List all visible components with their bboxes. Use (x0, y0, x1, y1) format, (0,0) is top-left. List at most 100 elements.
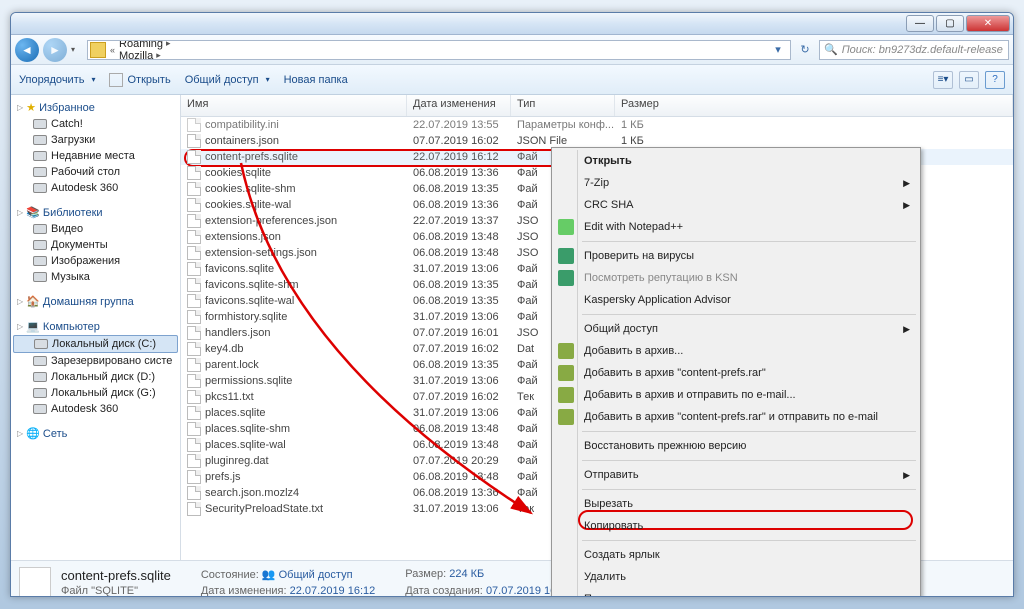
context-menu-item[interactable]: Вырезать (554, 493, 918, 515)
close-button[interactable]: ✕ (966, 15, 1010, 32)
sidebar-computer[interactable]: ▷💻 Компьютер (11, 318, 180, 335)
sidebar-item[interactable]: Загрузки (11, 132, 180, 148)
menu-item-label: Добавить в архив и отправить по e-mail..… (584, 389, 796, 401)
sidebar-item[interactable]: Рабочий стол (11, 164, 180, 180)
sidebar-network[interactable]: ▷🌐 Сеть (11, 425, 180, 442)
nav-back-button[interactable]: ◄ (15, 38, 39, 62)
file-icon (187, 118, 201, 132)
submenu-arrow-icon: ▶ (903, 178, 910, 189)
context-menu-item[interactable]: Удалить (554, 566, 918, 588)
sidebar-item[interactable]: Документы (11, 237, 180, 253)
context-menu-item[interactable]: Добавить в архив "content-prefs.rar" и о… (554, 406, 918, 428)
file-name: cookies.sqlite-shm (205, 183, 295, 195)
context-menu-separator (582, 431, 916, 432)
file-date: 06.08.2019 13:48 (407, 247, 511, 259)
drive-icon (33, 135, 47, 145)
col-name[interactable]: Имя (181, 95, 407, 116)
file-date: 06.08.2019 13:35 (407, 359, 511, 371)
help-button[interactable]: ? (985, 71, 1005, 89)
menu-item-label: Копировать (584, 520, 643, 532)
sidebar-item[interactable]: Видео (11, 221, 180, 237)
breadcrumb-segment[interactable]: Roaming (117, 40, 251, 50)
context-menu-item[interactable]: Создать ярлык (554, 544, 918, 566)
sidebar-item[interactable]: Autodesk 360 (11, 401, 180, 417)
drive-icon (33, 183, 47, 193)
context-menu-item[interactable]: Посмотреть репутацию в KSN (554, 267, 918, 289)
menu-item-label: Создать ярлык (584, 549, 660, 561)
drive-icon (33, 224, 47, 234)
nav-history-dropdown[interactable]: ▾ (71, 45, 83, 54)
file-date: 22.07.2019 13:55 (407, 119, 511, 131)
col-size[interactable]: Размер (615, 95, 1013, 116)
organize-button[interactable]: Упорядочить (19, 74, 95, 86)
file-date: 06.08.2019 13:35 (407, 183, 511, 195)
file-icon (187, 310, 201, 324)
sidebar-homegroup[interactable]: ▷🏠 Домашняя группа (11, 293, 180, 310)
sidebar-item[interactable]: Локальный диск (C:) (13, 335, 178, 353)
file-name: favicons.sqlite (205, 263, 274, 275)
context-menu-item[interactable]: Восстановить прежнюю версию (554, 435, 918, 457)
maximize-button[interactable]: ▢ (936, 15, 964, 32)
minimize-button[interactable]: — (906, 15, 934, 32)
context-menu-item[interactable]: Kaspersky Application Advisor (554, 289, 918, 311)
sidebar-item[interactable]: Catch! (11, 116, 180, 132)
sidebar-favorites[interactable]: ▷★ Избранное (11, 99, 180, 116)
file-icon (187, 262, 201, 276)
file-icon (187, 358, 201, 372)
open-button[interactable]: Открыть (109, 73, 170, 87)
drive-icon (33, 256, 47, 266)
file-date: 06.08.2019 13:36 (407, 199, 511, 211)
drive-icon (33, 119, 47, 129)
file-row[interactable]: compatibility.ini22.07.2019 13:55Парамет… (181, 117, 1013, 133)
preview-pane-button[interactable]: ▭ (959, 71, 979, 89)
file-name: search.json.mozlz4 (205, 487, 299, 499)
context-menu-item[interactable]: Общий доступ▶ (554, 318, 918, 340)
address-bar[interactable]: « ПользователиИльяAppDataRoamingMozillaF… (87, 40, 791, 60)
new-folder-button[interactable]: Новая папка (284, 74, 348, 86)
sidebar-item[interactable]: Локальный диск (D:) (11, 369, 180, 385)
context-menu-item[interactable]: Добавить в архив "content-prefs.rar" (554, 362, 918, 384)
context-menu-item[interactable]: Открыть (554, 150, 918, 172)
breadcrumb-segment[interactable]: Mozilla (117, 50, 251, 60)
col-type[interactable]: Тип (511, 95, 615, 116)
context-menu-separator (582, 489, 916, 490)
context-menu-item[interactable]: Отправить▶ (554, 464, 918, 486)
file-icon (187, 390, 201, 404)
menu-item-label: Kaspersky Application Advisor (584, 294, 731, 306)
file-icon (187, 422, 201, 436)
sidebar-item[interactable]: Музыка (11, 269, 180, 285)
view-options-button[interactable]: ≡▾ (933, 71, 953, 89)
menu-item-icon (558, 270, 574, 286)
file-name: containers.json (205, 135, 279, 147)
file-date: 06.08.2019 13:48 (407, 471, 511, 483)
sidebar-item[interactable]: Локальный диск (G:) (11, 385, 180, 401)
file-icon (187, 294, 201, 308)
nav-forward-button[interactable]: ► (43, 38, 67, 62)
search-input[interactable]: 🔍 Поиск: bn9273dz.default-release (819, 40, 1009, 60)
address-dropdown-icon[interactable]: ▾ (768, 43, 788, 56)
file-name: cookies.sqlite (205, 167, 271, 179)
col-date[interactable]: Дата изменения (407, 95, 511, 116)
refresh-button[interactable]: ↻ (795, 43, 815, 56)
share-button[interactable]: Общий доступ (185, 74, 270, 86)
file-name: parent.lock (205, 359, 259, 371)
context-menu-item[interactable]: 7-Zip▶ (554, 172, 918, 194)
context-menu-item[interactable]: Копировать (554, 515, 918, 537)
context-menu-item[interactable]: Переименовать (554, 588, 918, 597)
context-menu-item[interactable]: Edit with Notepad++ (554, 216, 918, 238)
context-menu-item[interactable]: Проверить на вирусы (554, 245, 918, 267)
sidebar-libraries[interactable]: ▷📚 Библиотеки (11, 204, 180, 221)
sidebar-item[interactable]: Зарезервировано систе (11, 353, 180, 369)
file-icon (187, 198, 201, 212)
sidebar-item[interactable]: Изображения (11, 253, 180, 269)
menu-item-icon (558, 248, 574, 264)
menu-item-label: Посмотреть репутацию в KSN (584, 272, 738, 284)
file-name: pkcs11.txt (205, 391, 254, 403)
context-menu-item[interactable]: Добавить в архив и отправить по e-mail..… (554, 384, 918, 406)
context-menu-item[interactable]: Добавить в архив... (554, 340, 918, 362)
file-date: 31.07.2019 13:06 (407, 375, 511, 387)
context-menu-item[interactable]: CRC SHA▶ (554, 194, 918, 216)
drive-icon (33, 388, 47, 398)
sidebar-item[interactable]: Недавние места (11, 148, 180, 164)
sidebar-item[interactable]: Autodesk 360 (11, 180, 180, 196)
